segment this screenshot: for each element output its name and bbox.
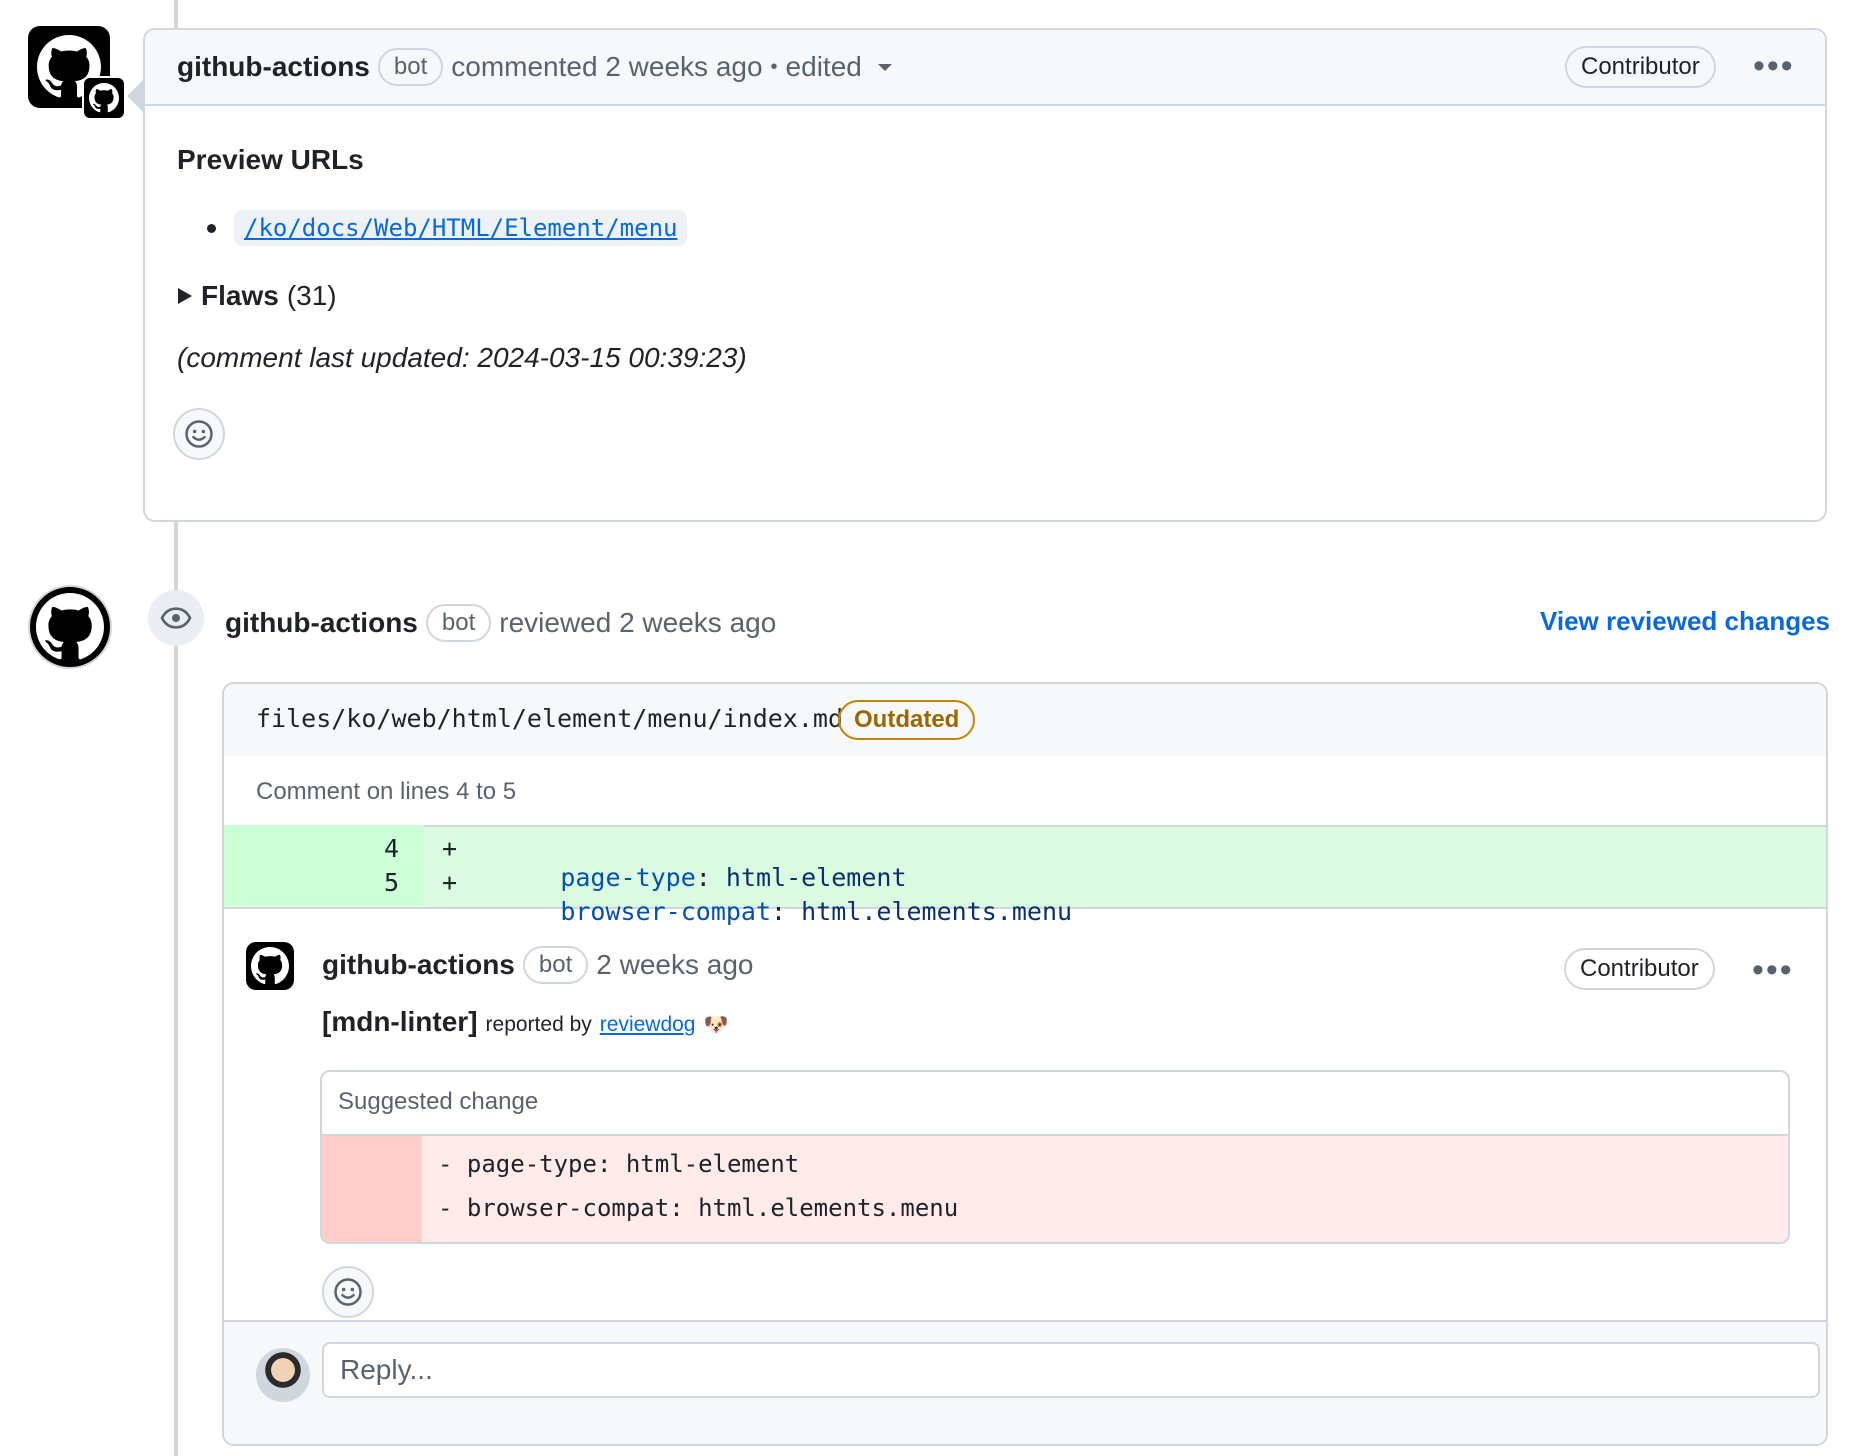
contributor-badge: Contributor bbox=[1565, 46, 1716, 88]
file-path-link[interactable]: files/ko/web/html/element/menu/index.md bbox=[256, 704, 843, 733]
edited-dropdown[interactable]: edited bbox=[786, 51, 862, 83]
bot-badge: bot bbox=[425, 604, 492, 642]
chevron-down-icon[interactable] bbox=[876, 61, 894, 73]
more-options-button[interactable]: ••• bbox=[1753, 49, 1795, 83]
suggested-change-block: Suggested change - page-type: html-eleme… bbox=[320, 1070, 1790, 1244]
diff-line: 4 + page-type: html-element bbox=[224, 832, 1826, 892]
flaws-label: Flaws bbox=[201, 280, 279, 311]
last-updated-note: (comment last updated: 2024-03-15 00:39:… bbox=[177, 342, 747, 373]
review-author[interactable]: github-actions bbox=[225, 607, 418, 639]
outdated-badge: Outdated bbox=[838, 700, 976, 740]
comment-lines-note: Comment on lines 4 to 5 bbox=[256, 778, 517, 805]
line-number[interactable]: 4 bbox=[384, 834, 399, 863]
view-reviewed-changes-link[interactable]: View reviewed changes bbox=[1540, 606, 1830, 637]
review-event-badge bbox=[148, 590, 204, 646]
removed-line: - page-type: html-element bbox=[438, 1150, 800, 1178]
dog-emoji-icon: 🐶 bbox=[703, 1014, 729, 1036]
reported-by-text: reported by bbox=[485, 1013, 592, 1036]
github-logo-icon bbox=[36, 593, 104, 660]
comment-heading: Preview URLs bbox=[177, 144, 364, 175]
comment-header: github-actions bot commented 2 weeks ago… bbox=[145, 30, 1825, 106]
reviewdog-link[interactable]: reviewdog bbox=[600, 1013, 696, 1037]
thread-author[interactable]: github-actions bbox=[322, 949, 515, 981]
diff-sign: + bbox=[442, 834, 458, 863]
flaws-summary[interactable]: Flaws (31) bbox=[177, 280, 337, 312]
linter-tag: [mdn-linter] bbox=[322, 1006, 478, 1037]
comment-meta[interactable]: commented 2 weeks ago bbox=[451, 51, 762, 83]
more-options-button[interactable]: ••• bbox=[1752, 953, 1794, 987]
yaml-colon: : bbox=[771, 897, 787, 926]
add-reaction-button[interactable] bbox=[173, 408, 225, 460]
reply-area: Reply... bbox=[224, 1320, 1826, 1444]
comment-card: github-actions bot commented 2 weeks ago… bbox=[127, 28, 1827, 522]
github-logo-icon bbox=[251, 947, 289, 985]
bullet-icon bbox=[207, 223, 216, 233]
smiley-icon bbox=[185, 420, 213, 448]
removed-gutter bbox=[322, 1136, 422, 1242]
comment-caret bbox=[127, 80, 143, 112]
reply-input[interactable]: Reply... bbox=[322, 1342, 1820, 1398]
yaml-value: html.elements.menu bbox=[786, 897, 1073, 926]
triangle-right-icon bbox=[178, 288, 192, 304]
github-actions-avatar[interactable] bbox=[28, 585, 112, 669]
line-number[interactable]: 5 bbox=[384, 868, 399, 897]
current-user-avatar[interactable] bbox=[256, 1348, 310, 1402]
diff-sign: + bbox=[442, 868, 458, 897]
separator-dot: • bbox=[770, 55, 778, 78]
eye-icon bbox=[160, 607, 192, 629]
yaml-key: browser-compat bbox=[560, 897, 772, 926]
comment-author[interactable]: github-actions bbox=[177, 51, 370, 83]
removed-line: - browser-compat: html.elements.menu bbox=[438, 1194, 959, 1222]
bot-badge: bot bbox=[377, 48, 444, 86]
github-actions-avatar[interactable] bbox=[246, 942, 294, 990]
diff-line: 5 + browser-compat: html.elements.menu bbox=[224, 866, 1826, 926]
file-header: files/ko/web/html/element/menu/index.md … bbox=[224, 684, 1826, 756]
github-app-badge-icon bbox=[82, 76, 126, 120]
flaws-count: (31) bbox=[286, 280, 337, 311]
review-thread-card: files/ko/web/html/element/menu/index.md … bbox=[222, 682, 1828, 1446]
thread-meta[interactable]: 2 weeks ago bbox=[596, 949, 753, 981]
suggested-change-header: Suggested change bbox=[322, 1072, 1788, 1136]
bot-badge: bot bbox=[522, 946, 589, 984]
add-reaction-button[interactable] bbox=[322, 1266, 374, 1318]
preview-url-link[interactable]: /ko/docs/Web/HTML/Element/menu bbox=[234, 210, 688, 246]
smiley-icon bbox=[334, 1278, 362, 1306]
suggested-change-title: Suggested change bbox=[338, 1088, 539, 1115]
review-meta[interactable]: reviewed 2 weeks ago bbox=[499, 607, 776, 639]
contributor-badge: Contributor bbox=[1564, 948, 1715, 990]
